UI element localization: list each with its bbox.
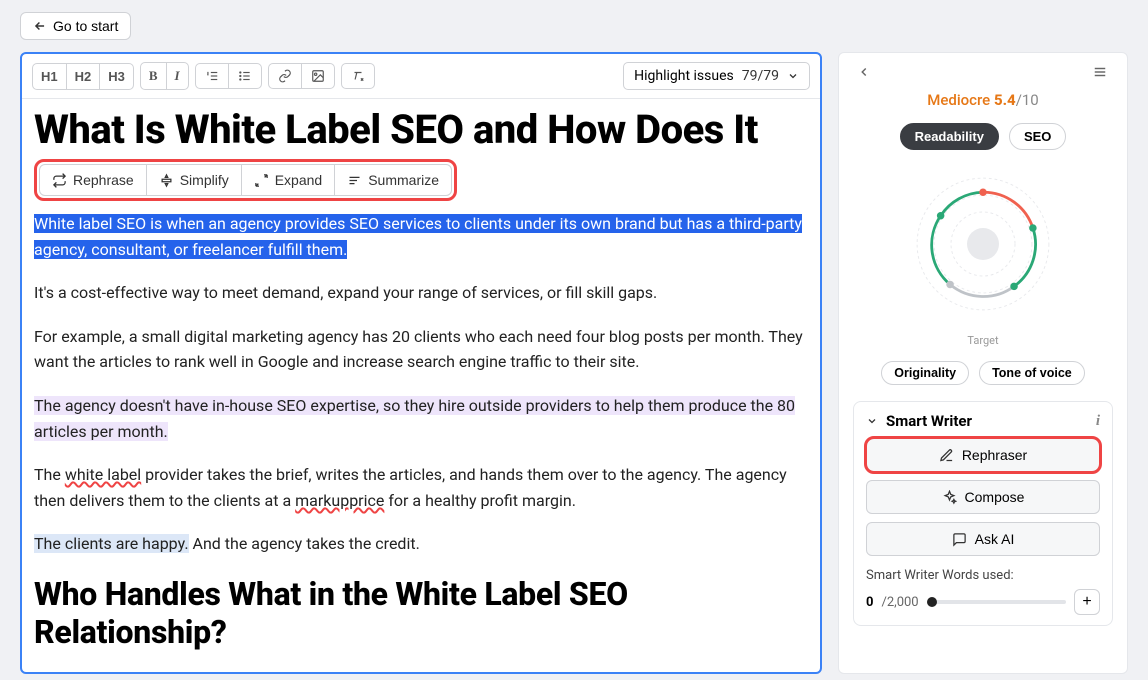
info-icon[interactable]: i bbox=[1096, 413, 1100, 430]
image-button[interactable] bbox=[302, 64, 334, 88]
tab-readability[interactable]: Readability bbox=[900, 123, 999, 150]
tab-originality[interactable]: Originality bbox=[881, 361, 969, 385]
go-to-start-button[interactable]: Go to start bbox=[20, 12, 131, 40]
paragraph-3: For example, a small digital marketing a… bbox=[34, 324, 808, 375]
paragraph-6: The clients are happy. And the agency ta… bbox=[34, 531, 808, 557]
usage-limit: /2,000 bbox=[881, 595, 918, 610]
issue-count: 79/79 bbox=[742, 68, 779, 84]
expand-button[interactable]: Expand bbox=[242, 165, 335, 195]
heading1-button[interactable]: H1 bbox=[33, 64, 67, 89]
side-panel: Mediocre 5.4/10 Readability SEO bbox=[838, 52, 1128, 674]
highlight-issues-label: Highlight issues bbox=[634, 68, 734, 84]
editor-body[interactable]: What Is White Label SEO and How Does It … bbox=[22, 107, 820, 672]
usage-count: 0 bbox=[866, 595, 873, 610]
compose-button[interactable]: Compose bbox=[866, 480, 1100, 514]
simplify-button[interactable]: Simplify bbox=[147, 165, 242, 195]
inline-ai-toolbar: Rephrase Simplify Expand Summarize bbox=[34, 159, 457, 201]
rephrase-button[interactable]: Rephrase bbox=[40, 165, 147, 195]
ordered-list-button[interactable] bbox=[196, 64, 229, 88]
link-button[interactable] bbox=[269, 64, 302, 88]
highlight-issues-button[interactable]: Highlight issues 79/79 bbox=[623, 62, 810, 90]
chevron-down-icon bbox=[787, 70, 799, 82]
bold-button[interactable]: B bbox=[141, 63, 167, 89]
menu-button[interactable] bbox=[1087, 63, 1113, 81]
editor-toolbar: H1 H2 H3 B I bbox=[22, 54, 820, 99]
subheading: Who Handles What in the White Label SEO … bbox=[34, 575, 808, 652]
tab-seo[interactable]: SEO bbox=[1009, 123, 1066, 150]
arrow-left-icon bbox=[33, 19, 47, 33]
back-button[interactable] bbox=[853, 63, 875, 81]
ask-ai-button[interactable]: Ask AI bbox=[866, 522, 1100, 556]
add-words-button[interactable]: + bbox=[1074, 589, 1100, 615]
heading2-button[interactable]: H2 bbox=[67, 64, 101, 89]
paragraph-5: The white label provider takes the brief… bbox=[34, 462, 808, 513]
rephraser-button[interactable]: Rephraser bbox=[866, 438, 1100, 472]
clear-formatting-button[interactable] bbox=[342, 64, 374, 88]
tab-tone-of-voice[interactable]: Tone of voice bbox=[979, 361, 1085, 385]
go-to-start-label: Go to start bbox=[53, 18, 118, 34]
paragraph-2: It's a cost-effective way to meet demand… bbox=[34, 280, 808, 306]
editor-panel: H1 H2 H3 B I bbox=[20, 52, 822, 674]
paragraph-4: The agency doesn't have in-house SEO exp… bbox=[34, 393, 808, 444]
score-display: Mediocre 5.4/10 bbox=[853, 91, 1113, 109]
usage-slider bbox=[927, 600, 1066, 604]
unordered-list-button[interactable] bbox=[229, 64, 261, 88]
summarize-button[interactable]: Summarize bbox=[335, 165, 451, 195]
document-title: What Is White Label SEO and How Does It bbox=[34, 107, 808, 153]
smart-writer-card: Smart Writer i Rephraser Compose Ask AI … bbox=[853, 401, 1113, 626]
target-label: Target bbox=[853, 334, 1113, 347]
chevron-down-icon[interactable] bbox=[866, 415, 878, 427]
italic-button[interactable]: I bbox=[167, 63, 188, 89]
smart-writer-title: Smart Writer bbox=[886, 412, 972, 430]
paragraph-1: White label SEO is when an agency provid… bbox=[34, 211, 808, 262]
usage-label: Smart Writer Words used: bbox=[866, 568, 1100, 583]
heading3-button[interactable]: H3 bbox=[100, 64, 133, 89]
radar-chart bbox=[853, 164, 1113, 324]
